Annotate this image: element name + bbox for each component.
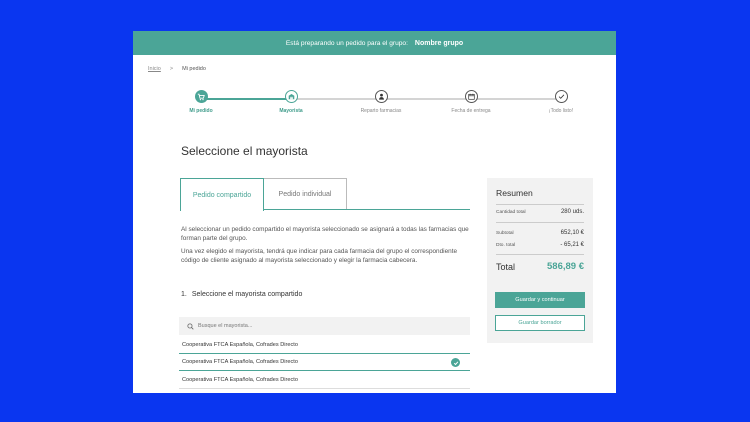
step-label: Reparto farmacias: [360, 108, 402, 114]
breadcrumb: Inicio > Mi pedido: [148, 66, 206, 72]
banner-text: Está preparando un pedido para el grupo:: [285, 39, 408, 47]
quantity-value: 280 uds.: [560, 209, 584, 215]
wholesaler-search[interactable]: Busque el mayorista...: [179, 317, 470, 335]
person-icon: [374, 90, 388, 103]
quantity-label: Cantidad total: [496, 210, 526, 215]
save-and-continue-button[interactable]: Guardar y continuar: [495, 292, 585, 308]
section-number: 1.: [181, 291, 187, 298]
step-todo-listo[interactable]: ¡Todo listo!: [526, 90, 596, 114]
breadcrumb-separator: >: [169, 66, 174, 72]
save-draft-button[interactable]: Guardar borrador: [495, 315, 585, 331]
progress-stepper: Mi pedido Mayorista Reparto farmacias Fe…: [133, 90, 616, 120]
total-label: Total: [496, 262, 516, 272]
shared-order-description: Al seleccionar un pedido compartido el m…: [181, 226, 469, 242]
step-mayorista[interactable]: Mayorista: [256, 90, 326, 114]
step-label: Mi pedido: [189, 108, 213, 114]
section-heading: 1. Seleccione el mayorista compartido: [181, 291, 307, 298]
step-label: Fecha de entrega: [451, 108, 491, 114]
selected-check-icon: [451, 358, 460, 367]
summary-divider: [496, 222, 584, 223]
total-value: 586,89 €: [547, 261, 584, 272]
app-window: Está preparando un pedido para el grupo:…: [133, 31, 616, 393]
discount-label: Dto. total: [496, 243, 516, 248]
wholesaler-option[interactable]: Cooperativa FTCA Española, Cofrades Dire…: [179, 336, 470, 354]
search-icon: [187, 322, 194, 330]
stepper-line-pending: [291, 98, 561, 100]
summary-divider: [496, 254, 584, 255]
subtotal-label: Subtotal: [496, 231, 514, 236]
group-banner: Está preparando un pedido para el grupo:…: [133, 31, 616, 55]
search-placeholder: Busque el mayorista...: [198, 323, 253, 329]
step-label: ¡Todo listo!: [548, 108, 574, 114]
breadcrumb-current: Mi pedido: [182, 66, 206, 72]
step-fecha-entrega[interactable]: Fecha de entrega: [436, 90, 506, 114]
breadcrumb-home-link[interactable]: Inicio: [148, 66, 161, 72]
order-type-tabs: Pedido compartido Pedido individual: [180, 178, 470, 211]
banner-group-name: Nombre grupo: [414, 39, 464, 47]
tab-pedido-individual[interactable]: Pedido individual: [263, 178, 347, 210]
discount-value: - 65,21 €: [560, 242, 584, 248]
tab-pedido-compartido[interactable]: Pedido compartido: [180, 178, 264, 211]
summary-divider: [496, 204, 584, 205]
order-summary-panel: Resumen Cantidad total 280 uds. Subtotal…: [487, 178, 593, 343]
wholesaler-name: Cooperativa FTCA Española, Cofrades Dire…: [182, 359, 298, 365]
calendar-icon: [464, 90, 478, 103]
wholesaler-name: Cooperativa FTCA Española, Cofrades Dire…: [182, 376, 298, 383]
section-title: Seleccione el mayorista compartido: [191, 291, 303, 298]
check-icon: [554, 90, 568, 103]
step-mi-pedido[interactable]: Mi pedido: [166, 90, 236, 114]
warehouse-icon: [284, 90, 298, 103]
subtotal-value: 652,10 €: [560, 230, 584, 236]
summary-title: Resumen: [496, 188, 533, 198]
page-title: Seleccione el mayorista: [181, 144, 308, 158]
cart-icon: [194, 90, 208, 103]
wholesaler-option-selected[interactable]: Cooperativa FTCA Española, Cofrades Dire…: [179, 353, 470, 371]
wholesaler-instructions: Una vez elegido el mayorista, tendrá que…: [181, 248, 458, 264]
step-label: Mayorista: [279, 108, 303, 114]
step-reparto-farmacias[interactable]: Reparto farmacias: [346, 90, 416, 114]
wholesaler-name: Cooperativa FTCA Española, Cofrades Dire…: [182, 341, 298, 348]
wholesaler-option[interactable]: Cooperativa FTCA Española, Cofrades Dire…: [179, 371, 470, 389]
